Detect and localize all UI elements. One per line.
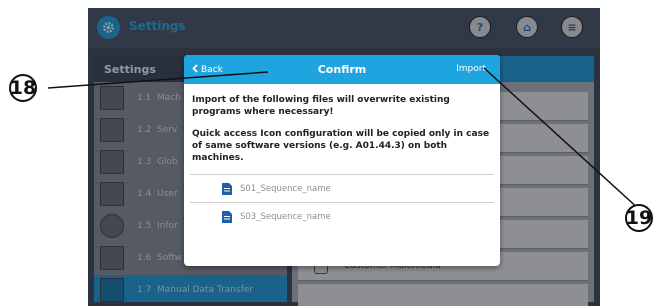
callout-19: 19	[625, 204, 653, 232]
callout-18: 18	[9, 74, 37, 102]
callout-leader-lines	[47, 67, 641, 211]
